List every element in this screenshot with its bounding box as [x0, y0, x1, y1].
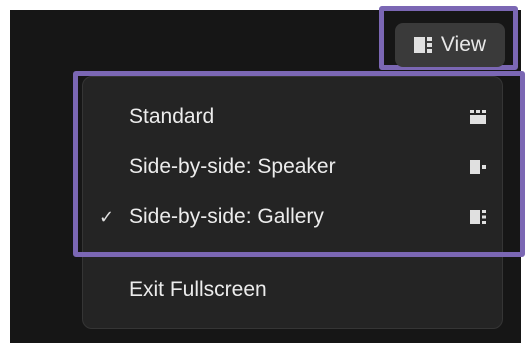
- view-button-label: View: [440, 33, 487, 56]
- speaker-layout-icon: [470, 160, 486, 174]
- menu-item-label: Exit Fullscreen: [129, 278, 267, 301]
- menu-item-side-by-side-gallery[interactable]: ✓ Side-by-side: Gallery: [85, 197, 499, 237]
- grid-layout-icon: [470, 110, 486, 124]
- menu-item-side-by-side-speaker[interactable]: Side-by-side: Speaker: [85, 147, 499, 187]
- menu-divider: [83, 253, 502, 254]
- menu-item-label: Side-by-side: Speaker: [129, 155, 336, 178]
- menu-item-label: Standard: [129, 105, 215, 128]
- gallery-layout-icon: [470, 210, 486, 224]
- view-button[interactable]: View: [395, 23, 505, 67]
- gallery-layout-icon: [413, 37, 432, 53]
- menu-item-exit-fullscreen[interactable]: Exit Fullscreen: [85, 270, 499, 310]
- menu-item-standard[interactable]: Standard: [85, 97, 499, 137]
- menu-item-label: Side-by-side: Gallery: [129, 205, 324, 228]
- checkmark-icon: ✓: [99, 206, 115, 227]
